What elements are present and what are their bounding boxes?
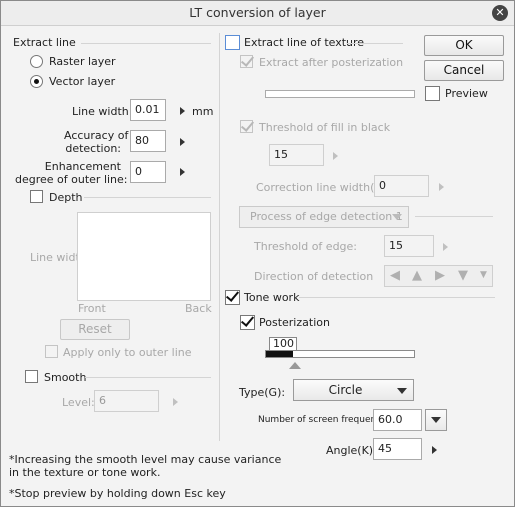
ok-button[interactable]: OK <box>424 35 504 56</box>
arrow-up-icon[interactable]: ▲ <box>412 268 422 283</box>
slider-value-box: 100 <box>269 337 297 350</box>
divider <box>84 197 211 198</box>
after-posterization-label: Extract after posterization <box>259 56 404 69</box>
freq-dropdown[interactable] <box>425 409 447 431</box>
arrow-right-icon[interactable]: ▶ <box>435 268 445 283</box>
threshold-fill-input[interactable]: 15 <box>269 144 324 166</box>
note-smooth-line2: in the texture or tone work. <box>9 466 161 479</box>
correction-label: Correction line width(U): <box>256 181 391 194</box>
line-width-input[interactable]: 0.01 <box>130 99 166 121</box>
graph-back-label: Back <box>185 302 212 315</box>
divider <box>299 297 495 298</box>
type-dropdown[interactable]: Circle <box>293 379 414 401</box>
level-label: Level: <box>62 396 95 409</box>
raster-layer-label: Raster layer <box>49 55 116 68</box>
angle-label: Angle(K): <box>326 444 377 457</box>
preview-checkbox[interactable] <box>425 86 440 101</box>
arrow-down-icon[interactable]: ▼ <box>458 268 468 283</box>
line-width-unit: mm <box>192 105 214 118</box>
type-value: Circle <box>328 383 363 397</box>
angle-input[interactable]: 45 <box>373 438 422 460</box>
arrow-left-icon[interactable]: ◀ <box>390 268 400 283</box>
raster-layer-radio[interactable] <box>30 55 43 68</box>
line-width-arrow-icon[interactable] <box>180 107 185 115</box>
enhancement-label-2: degree of outer line: <box>15 173 128 186</box>
smooth-checkbox[interactable] <box>25 370 38 383</box>
depth-label: Depth <box>49 191 83 204</box>
divider <box>85 377 211 378</box>
dialog-title: LT conversion of layer <box>189 5 326 20</box>
posterization-label: Posterization <box>259 316 330 329</box>
divider <box>415 216 493 217</box>
note-smooth-line1: *Increasing the smooth level may cause v… <box>9 453 282 466</box>
threshold-edge-arrow-icon[interactable] <box>443 243 448 251</box>
cancel-button[interactable]: Cancel <box>424 60 504 81</box>
posterization-level-slider[interactable] <box>265 90 415 98</box>
slider-thumb-icon[interactable] <box>289 362 301 369</box>
correction-arrow-icon[interactable] <box>439 183 444 191</box>
depth-checkbox[interactable] <box>30 190 43 203</box>
edge-process-dropdown[interactable]: Process of edge detection 1 <box>239 206 409 228</box>
apply-outer-checkbox[interactable] <box>45 345 58 358</box>
freq-input[interactable]: 60.0 <box>373 409 422 431</box>
posterization-slider[interactable] <box>265 350 415 358</box>
chevron-down-icon[interactable]: ▼ <box>480 270 487 280</box>
apply-outer-label: Apply only to outer line <box>63 346 192 359</box>
accuracy-input[interactable]: 80 <box>130 130 166 152</box>
enhancement-arrow-icon[interactable] <box>180 168 185 176</box>
type-label: Type(G): <box>239 386 286 399</box>
threshold-fill-label: Threshold of fill in black <box>259 121 391 134</box>
level-input[interactable]: 6 <box>94 390 159 412</box>
correction-input[interactable]: 0 <box>374 175 429 197</box>
direction-buttons: ◀ ▲ ▶ ▼ ▼ <box>384 265 493 287</box>
accuracy-label-1: Accuracy of <box>64 129 129 142</box>
reset-button[interactable]: Reset <box>60 319 130 340</box>
extract-line-header: Extract line <box>13 36 76 49</box>
enhancement-label-1: Enhancement <box>44 160 121 173</box>
posterization-checkbox[interactable] <box>240 315 255 330</box>
tone-work-checkbox[interactable] <box>225 290 240 305</box>
close-icon[interactable]: ✕ <box>492 5 508 21</box>
line-width-label: Line width: <box>72 105 133 118</box>
column-separator <box>219 33 220 441</box>
threshold-edge-label: Threshold of edge: <box>254 240 358 253</box>
level-arrow-icon[interactable] <box>173 398 178 406</box>
accuracy-arrow-icon[interactable] <box>180 138 185 146</box>
edge-process-value: Process of edge detection 1 <box>250 210 403 223</box>
preview-label: Preview <box>445 87 488 100</box>
enhancement-input[interactable]: 0 <box>130 161 166 183</box>
direction-label: Direction of detection <box>254 270 374 283</box>
after-posterization-checkbox[interactable] <box>240 55 253 68</box>
accuracy-label-2: detection: <box>65 142 121 155</box>
vector-layer-label: Vector layer <box>49 75 116 88</box>
threshold-fill-checkbox[interactable] <box>240 120 253 133</box>
vector-layer-radio[interactable] <box>30 75 43 88</box>
threshold-fill-arrow-icon[interactable] <box>333 152 338 160</box>
chevron-down-icon <box>392 214 402 220</box>
threshold-edge-input[interactable]: 15 <box>384 235 434 257</box>
smooth-label: Smooth <box>44 371 87 384</box>
slider-fill <box>266 351 293 357</box>
note-preview: *Stop preview by holding down Esc key <box>9 487 226 500</box>
divider <box>81 43 211 44</box>
graph-front-label: Front <box>78 302 106 315</box>
divider <box>347 43 403 44</box>
tone-work-label: Tone work <box>244 291 300 304</box>
chevron-down-icon <box>431 417 441 423</box>
depth-graph[interactable] <box>77 212 211 301</box>
lt-conversion-dialog: LT conversion of layer ✕ Extract line Ra… <box>0 0 515 507</box>
extract-texture-checkbox[interactable] <box>225 35 240 50</box>
chevron-down-icon <box>397 388 407 394</box>
angle-arrow-icon[interactable] <box>432 446 437 454</box>
title-bar: LT conversion of layer ✕ <box>1 1 514 26</box>
